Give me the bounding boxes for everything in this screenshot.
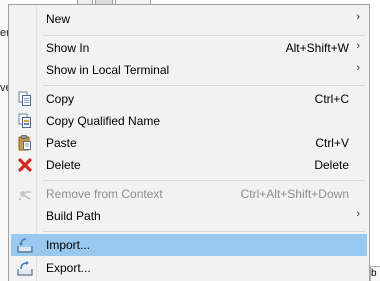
import-icon <box>17 237 33 253</box>
menu-item-new[interactable]: New › <box>11 8 367 30</box>
menu-item-label: Show In <box>46 41 90 55</box>
submenu-arrow-icon: › <box>356 11 360 23</box>
menu-item-shortcut: Ctrl+Alt+Shift+Down <box>240 187 349 201</box>
menu-item-paste[interactable]: Paste Ctrl+V <box>11 132 367 154</box>
menu-item-label: Remove from Context <box>46 187 163 201</box>
menu-item-label: Copy Qualified Name <box>46 114 161 128</box>
background-text-fragment: b <box>370 266 380 281</box>
menu-separator <box>43 35 365 36</box>
menu-item-label: Show in Local Terminal <box>46 63 170 77</box>
menu-item-label: Export... <box>46 261 91 275</box>
paste-icon <box>17 135 33 151</box>
menu-item-copy-qualified-name[interactable]: Copy Qualified Name <box>11 110 367 132</box>
copy-qualified-name-icon <box>17 113 33 129</box>
delete-icon <box>17 157 33 173</box>
menu-item-show-in-local-terminal[interactable]: Show in Local Terminal › <box>11 59 367 81</box>
menu-item-label: Copy <box>46 92 75 106</box>
copy-icon <box>17 91 33 107</box>
menu-item-label: Import... <box>46 238 91 252</box>
menu-item-shortcut: Alt+Shift+W <box>285 41 349 55</box>
menu-item-label: Delete <box>46 158 81 172</box>
remove-context-icon <box>17 186 33 202</box>
menu-item-shortcut: Delete <box>314 158 349 172</box>
submenu-arrow-icon: › <box>356 208 360 220</box>
background-window-edge <box>0 0 8 281</box>
export-icon <box>17 260 33 276</box>
menu-separator <box>43 231 365 232</box>
menu-separator <box>43 180 365 181</box>
menu-item-import[interactable]: Import... <box>11 234 367 256</box>
menu-item-shortcut: Ctrl+C <box>314 92 349 106</box>
menu-item-label: Paste <box>46 136 77 150</box>
submenu-arrow-icon: › <box>356 62 360 74</box>
menu-item-shortcut: Ctrl+V <box>315 136 349 150</box>
menu-item-build-path[interactable]: Build Path › <box>11 205 367 227</box>
menu-item-delete[interactable]: Delete Delete <box>11 154 367 176</box>
menu-item-label: New <box>46 12 71 26</box>
menu-item-remove-from-context: Remove from Context Ctrl+Alt+Shift+Down <box>11 183 367 205</box>
context-menu: New › Show In Alt+Shift+W › Show in Loca… <box>8 4 370 281</box>
menu-separator <box>43 85 365 86</box>
menu-item-label: Build Path <box>46 209 101 223</box>
menu-item-show-in[interactable]: Show In Alt+Shift+W › <box>11 37 367 59</box>
submenu-arrow-icon: › <box>356 40 360 52</box>
menu-item-export[interactable]: Export... <box>11 257 367 279</box>
menu-item-copy[interactable]: Copy Ctrl+C <box>11 88 367 110</box>
